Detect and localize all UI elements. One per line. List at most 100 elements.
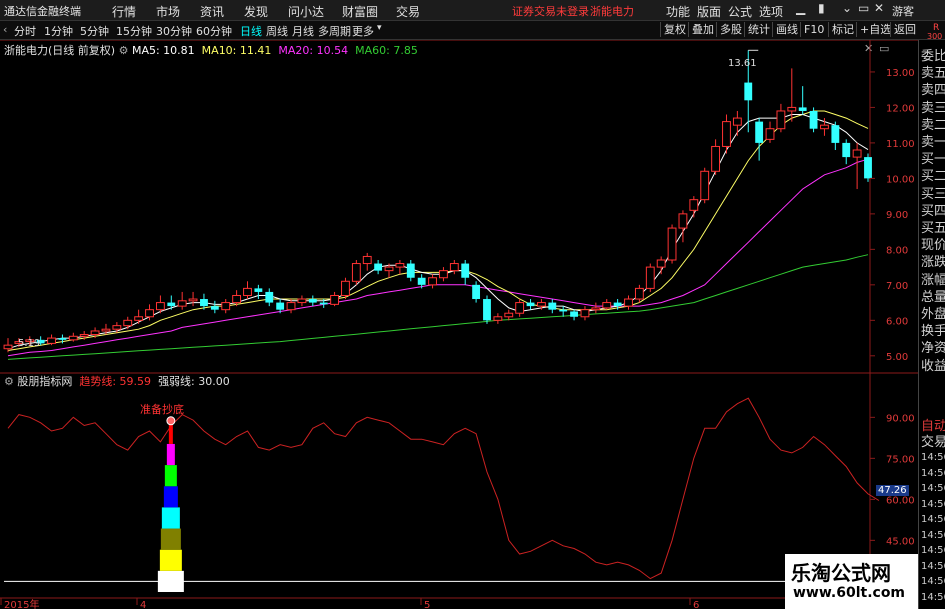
guest-label[interactable]: 游客 <box>892 3 914 19</box>
candle-body-up <box>243 287 252 296</box>
candle-body-up <box>624 298 633 307</box>
tab-weekly[interactable]: 周线 <box>266 23 288 39</box>
tab-intraday[interactable]: 分时 <box>14 23 36 39</box>
tab-daily[interactable]: 日线 <box>240 23 262 39</box>
candle-body-up <box>580 309 590 318</box>
panel-item: 买四 <box>921 203 945 219</box>
x-tick-label: 2015年 <box>4 598 39 609</box>
signal-dot-icon <box>166 416 176 426</box>
candle-body-down <box>613 302 622 307</box>
candle-body-up <box>330 294 340 305</box>
candle-body-up <box>428 277 437 286</box>
menu-market[interactable]: 市场 <box>156 3 180 20</box>
left-arrow-icon[interactable]: ‹ <box>3 23 7 36</box>
y-tick-label: 8.00 <box>886 245 908 256</box>
tab-1min[interactable]: 1分钟 <box>44 23 73 39</box>
candle-body-down <box>526 302 535 307</box>
y-tick-label: 12.00 <box>886 103 915 114</box>
multi-stock-button[interactable]: 多股 <box>716 22 745 37</box>
candle-body-up <box>68 335 78 341</box>
menu-formula[interactable]: 公式 <box>728 3 752 20</box>
overlay-button[interactable]: 叠加 <box>688 22 717 37</box>
f10-button[interactable]: F10 <box>800 22 827 37</box>
candle-body-up <box>667 227 677 261</box>
menu-layout[interactable]: 版面 <box>697 3 721 20</box>
statistics-button[interactable]: 统计 <box>744 22 773 37</box>
candle-body-up <box>493 316 503 321</box>
candle-body-up <box>351 263 361 282</box>
signal-bar-segment <box>166 443 175 466</box>
panel-item: 涨幅 <box>921 272 945 288</box>
signal-bar-segment <box>159 549 182 571</box>
candle-body-up <box>286 302 296 311</box>
candle-body-down <box>308 299 317 303</box>
trade-label[interactable]: 交易 <box>921 431 945 450</box>
tab-monthly[interactable]: 月线 <box>292 23 314 39</box>
tab-30min[interactable]: 30分钟 <box>156 23 192 39</box>
candle-body-down <box>276 302 285 310</box>
signal-bar-segment <box>161 507 180 529</box>
chevron-down-icon[interactable]: ⌄ <box>842 1 852 15</box>
close-icon[interactable]: ✕ <box>874 1 884 15</box>
watermark-title: 乐淘公式网 <box>791 561 891 585</box>
menu-ask[interactable]: 问小达 <box>288 3 324 20</box>
candle-body-up <box>177 300 187 307</box>
panel-item: 买三 <box>921 186 945 202</box>
tab-15min[interactable]: 15分钟 <box>116 23 152 39</box>
candle-body-up <box>155 302 165 311</box>
candle-body-up <box>384 266 394 272</box>
adjust-button[interactable]: 复权 <box>660 22 689 37</box>
panel-item: 卖一 <box>921 135 945 150</box>
menu-wealth[interactable]: 财富圈 <box>342 3 378 20</box>
candle-body-up <box>47 337 56 344</box>
menu-market-quotes[interactable]: 行情 <box>112 3 136 20</box>
minimize-icon[interactable]: ▁ <box>796 1 805 15</box>
candle-body-down <box>374 263 383 271</box>
tab-60min[interactable]: 60分钟 <box>196 23 232 39</box>
signal-bar-segment <box>164 465 177 487</box>
panel-time: 14:56 <box>921 529 945 541</box>
stock-chart[interactable]: 13.00 12.00 11.00 10.00 9.00 8.00 7.00 6.00 5.00… <box>0 40 918 609</box>
x-tick-label: 4 <box>140 600 146 609</box>
candle-body-up <box>145 309 154 318</box>
panel-time: 14:56 <box>921 576 945 587</box>
signal-bar-segment <box>163 486 178 508</box>
watermark-box: 乐淘公式网 www.60lt.com <box>785 554 918 609</box>
candle-body-up <box>711 145 721 172</box>
candle-body-up <box>101 328 111 332</box>
signal-annotation: 准备抄底 <box>140 403 184 416</box>
candle-body-up <box>787 106 797 112</box>
candle-body-up <box>678 213 688 229</box>
tab-5min[interactable]: 5分钟 <box>80 23 109 39</box>
current-value-tag: 47.26 <box>876 485 909 496</box>
trade-login-status[interactable]: 证券交易未登录 <box>512 3 589 19</box>
tab-more[interactable]: 更多 <box>352 23 374 39</box>
mark-button[interactable]: 标记 <box>828 22 857 37</box>
candle-body-up <box>134 316 144 321</box>
ma5-line <box>7 114 869 350</box>
candle-body-up <box>3 344 13 350</box>
menu-options[interactable]: 选项 <box>759 3 783 20</box>
menu-discover[interactable]: 发现 <box>244 3 268 20</box>
candle-body-up <box>515 302 525 314</box>
panel-time: 14:56 <box>921 545 945 556</box>
period-tab-bar: ‹ 分时 1分钟 5分钟 15分钟 30分钟 60分钟 日线 周线 月线 多周期… <box>0 21 945 40</box>
menu-news[interactable]: 资讯 <box>200 3 224 20</box>
candle-body-up <box>536 302 546 307</box>
menu-trade[interactable]: 交易 <box>396 3 420 20</box>
panel-item: 总量 <box>921 289 945 305</box>
candle-body-down <box>265 291 274 303</box>
candle-body-down <box>809 110 818 129</box>
draw-line-button[interactable]: 画线 <box>772 22 801 37</box>
back-button[interactable]: 返回 <box>890 22 919 37</box>
panel-time: 14:56 <box>921 467 945 479</box>
candle-body-up <box>341 280 350 296</box>
add-watchlist-button[interactable]: +自选 <box>856 22 894 37</box>
candle-body-up <box>765 128 775 140</box>
y-tick-label: 5.00 <box>886 352 908 363</box>
more-chevron-icon[interactable]: ▾ <box>377 23 382 33</box>
menu-function[interactable]: 功能 <box>666 3 690 20</box>
restore-icon[interactable]: ▭ <box>858 1 869 15</box>
y-tick-label: 6.00 <box>886 316 908 327</box>
tab-multi-period[interactable]: 多周期 <box>318 23 351 39</box>
